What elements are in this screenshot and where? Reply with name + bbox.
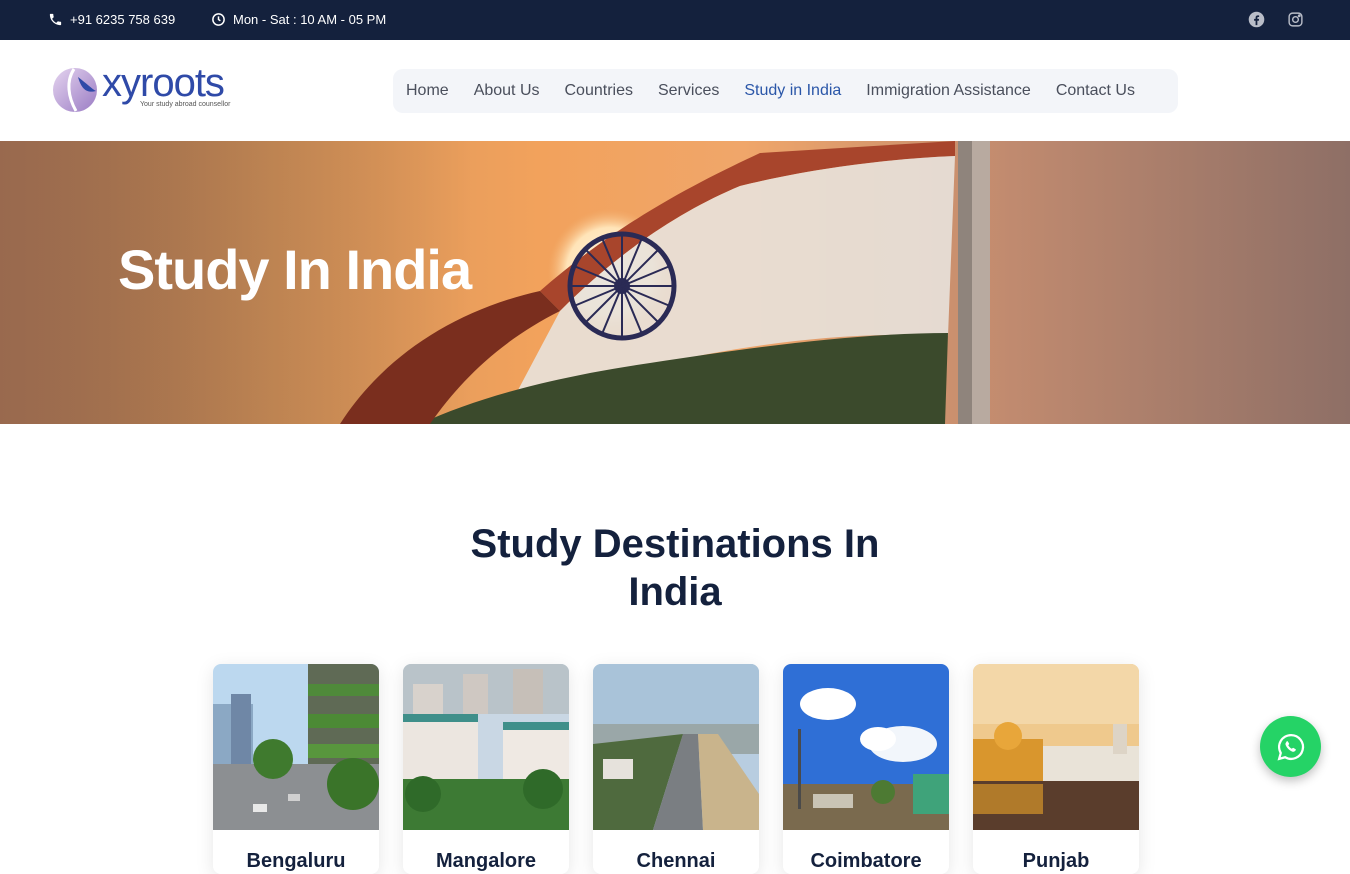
business-hours: Mon - Sat : 10 AM - 05 PM [211, 12, 386, 27]
destination-card-chennai[interactable]: Chennai [593, 664, 759, 874]
whatsapp-chat-button[interactable] [1260, 716, 1321, 777]
phone-number: +91 6235 758 639 [70, 12, 176, 27]
logo-mark-icon [53, 68, 97, 112]
phone-icon [49, 13, 62, 26]
destination-name: Punjab [1022, 850, 1090, 872]
clock-icon [212, 13, 225, 26]
facebook-icon[interactable] [1248, 11, 1265, 28]
destination-card-punjab[interactable]: Punjab [973, 664, 1139, 874]
phone-contact[interactable]: +91 6235 758 639 [48, 12, 175, 27]
destination-name: Bengaluru [246, 850, 346, 872]
top-bar: +91 6235 758 639 Mon - Sat : 10 AM - 05 … [0, 0, 1350, 40]
brand-tagline: Your study abroad counsellor [140, 101, 231, 108]
nav-services[interactable]: Services [658, 82, 719, 100]
mangalore-image [403, 664, 569, 830]
brand-logo[interactable]: xyroots Your study abroad counsellor [52, 61, 252, 115]
nav-immigration-assistance[interactable]: Immigration Assistance [866, 82, 1031, 100]
chennai-image [593, 664, 759, 830]
coimbatore-image [783, 664, 949, 830]
destination-card-coimbatore[interactable]: Coimbatore [783, 664, 949, 874]
hero-banner: Study In India [0, 141, 1350, 424]
main-nav: Home About Us Countries Services Study i… [393, 69, 1178, 113]
section-title-line-1: Study Destinations In [470, 522, 880, 566]
destination-card-bengaluru[interactable]: Bengaluru [213, 664, 379, 874]
brand-name: xyroots [102, 61, 225, 105]
site-header: xyroots Your study abroad counsellor Hom… [0, 40, 1350, 141]
instagram-icon[interactable] [1287, 11, 1304, 28]
nav-countries[interactable]: Countries [565, 82, 633, 100]
bengaluru-image [213, 664, 379, 830]
destination-card-mangalore[interactable]: Mangalore [403, 664, 569, 874]
nav-about-us[interactable]: About Us [474, 82, 540, 100]
destination-name: Chennai [636, 850, 716, 872]
nav-contact-us[interactable]: Contact Us [1056, 82, 1135, 100]
destination-name: Mangalore [435, 850, 537, 872]
nav-home[interactable]: Home [406, 82, 449, 100]
nav-study-in-india[interactable]: Study in India [744, 82, 841, 100]
whatsapp-icon [1277, 733, 1304, 760]
section-title: Study Destinations In India [0, 520, 1350, 616]
section-title-line-2: India [628, 570, 722, 614]
punjab-image [973, 664, 1139, 830]
hero-title: Study In India [118, 238, 472, 301]
destination-name: Coimbatore [810, 850, 922, 872]
hours-text: Mon - Sat : 10 AM - 05 PM [233, 12, 387, 27]
